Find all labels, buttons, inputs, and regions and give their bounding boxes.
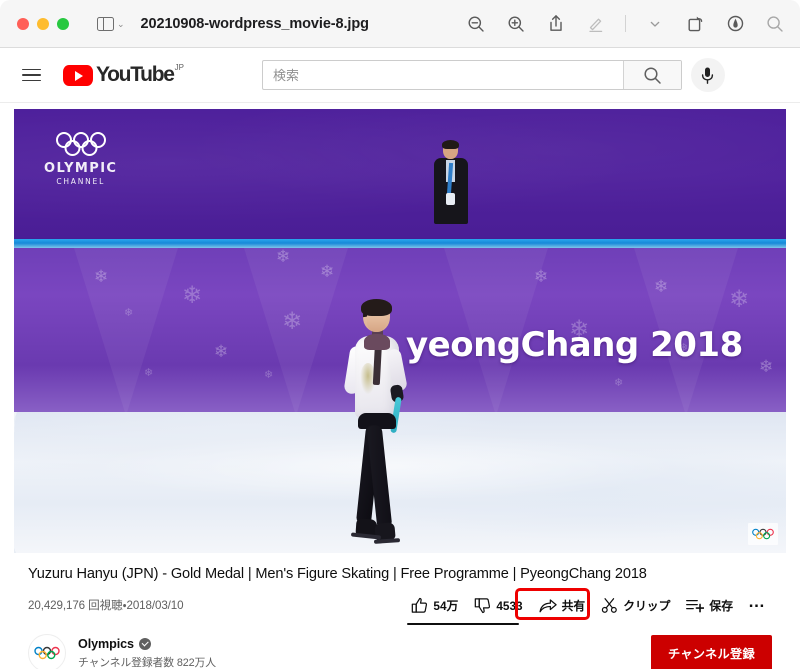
thumbs-down-icon xyxy=(475,598,491,614)
page-content: OLYMPIC CHANNEL ❄ ❄ ❄ ❄ ❄ ❄ ❄ ❄ ❄ ❄ ❄ ❄ … xyxy=(0,109,800,669)
like-count: 54万 xyxy=(433,599,459,613)
snowflake-decor: ❄ xyxy=(182,282,203,309)
window-titlebar: ⌄ 20210908-wordpress_movie-8.jpg xyxy=(0,0,800,48)
chevron-down-icon: ⌄ xyxy=(117,19,125,29)
rink-rail xyxy=(14,239,786,248)
snowflake-decor: ❄ xyxy=(264,369,274,381)
youtube-country-code: JP xyxy=(174,63,184,72)
snowflake-decor: ❄ xyxy=(729,286,750,313)
youtube-wordmark: YouTube xyxy=(96,63,175,86)
rotate-icon[interactable] xyxy=(684,13,706,35)
guide-menu-button[interactable] xyxy=(22,65,41,86)
save-list-icon xyxy=(686,600,705,613)
arena-back-wall xyxy=(14,109,786,241)
skater-hair xyxy=(361,299,392,316)
youtube-play-icon xyxy=(63,65,93,86)
toolbar-divider xyxy=(625,15,626,32)
olympic-rings-icon xyxy=(55,132,106,156)
save-button[interactable]: 保存 xyxy=(679,593,740,618)
markup-icon[interactable] xyxy=(585,13,607,35)
channel-text-block: Olympics チャンネル登録者数 822万人 xyxy=(78,637,216,669)
thumbs-up-icon xyxy=(412,597,428,613)
snowflake-decor: ❄ xyxy=(94,267,109,286)
official-badge xyxy=(446,193,455,205)
zoom-in-icon[interactable] xyxy=(505,13,527,35)
video-player[interactable]: OLYMPIC CHANNEL ❄ ❄ ❄ ❄ ❄ ❄ ❄ ❄ ❄ ❄ ❄ ❄ … xyxy=(14,109,786,553)
youtube-masthead: YouTube JP xyxy=(0,48,800,103)
preview-window: ⌄ 20210908-wordpress_movie-8.jpg YouTube… xyxy=(0,0,800,669)
snowflake-decor: ❄ xyxy=(759,357,774,376)
olympic-rings-icon xyxy=(752,528,774,540)
annotate-icon[interactable] xyxy=(724,13,746,35)
share-button[interactable]: 共有 xyxy=(532,593,593,618)
youtube-logo[interactable]: YouTube JP xyxy=(63,63,184,86)
search-box[interactable] xyxy=(261,60,682,90)
board-triangle xyxy=(74,248,178,416)
share-label: 共有 xyxy=(561,599,586,613)
skate-blade xyxy=(373,538,401,544)
olympic-channel-sub: CHANNEL xyxy=(56,177,106,186)
hamburger-line xyxy=(22,79,41,82)
snowflake-decor: ❄ xyxy=(282,308,303,335)
minimize-button[interactable] xyxy=(37,17,49,30)
microphone-icon xyxy=(702,67,714,84)
clip-button[interactable]: クリップ xyxy=(594,593,677,618)
zoom-button[interactable] xyxy=(57,17,69,30)
olympic-channel-name: OLYMPIC xyxy=(44,161,118,176)
view-count-and-date: 20,429,176 回視聴・2018/03/10 xyxy=(28,599,184,612)
official-person xyxy=(429,140,473,241)
preview-toolbar xyxy=(465,13,786,35)
figure-skater xyxy=(334,299,424,553)
markup-dropdown-icon[interactable] xyxy=(644,13,666,35)
snowflake-decor: ❄ xyxy=(214,342,229,361)
like-ratio-bar xyxy=(407,623,520,625)
video-title: Yuzuru Hanyu (JPN) - Gold Medal | Men's … xyxy=(28,566,647,582)
sidebar-icon xyxy=(97,16,114,31)
subscribe-button[interactable]: チャンネル登録 xyxy=(650,635,772,669)
scissors-icon xyxy=(601,598,618,613)
save-label: 保存 xyxy=(709,599,733,613)
snowflake-decor: ❄ xyxy=(654,277,669,296)
olympic-rings-icon xyxy=(34,646,60,660)
share-icon[interactable] xyxy=(545,13,567,35)
document-title: 20210908-wordpress_movie-8.jpg xyxy=(140,15,369,32)
search-magnifier-icon xyxy=(644,66,661,84)
video-meta-row: 20,429,176 回視聴・2018/03/10 54万 4533 共有 クリ… xyxy=(28,588,772,625)
more-actions-button[interactable]: … xyxy=(742,593,772,614)
verified-badge-icon xyxy=(138,637,151,650)
share-arrow-icon xyxy=(539,598,557,612)
channel-avatar[interactable] xyxy=(28,634,66,669)
voice-search-button[interactable] xyxy=(690,58,725,92)
close-button[interactable] xyxy=(17,17,29,30)
search-icon[interactable] xyxy=(764,13,786,35)
hamburger-line xyxy=(22,74,41,76)
like-button[interactable]: 54万 xyxy=(404,593,465,618)
dislike-button[interactable]: 4533 xyxy=(467,593,529,618)
snowflake-decor: ❄ xyxy=(320,262,335,281)
traffic-lights xyxy=(17,17,69,30)
olympic-channel-watermark: OLYMPIC CHANNEL xyxy=(44,131,117,186)
dislike-count: 4533 xyxy=(496,598,523,613)
hamburger-line xyxy=(22,68,41,71)
snowflake-decor: ❄ xyxy=(144,367,154,379)
video-action-bar: 54万 4533 共有 クリップ 保存 … xyxy=(404,588,772,625)
zoom-out-icon[interactable] xyxy=(465,13,487,35)
official-hair xyxy=(442,140,459,149)
search-submit-button[interactable] xyxy=(622,61,681,89)
snowflake-decor: ❄ xyxy=(276,248,291,266)
snowflake-decor: ❄ xyxy=(124,307,134,319)
pyeongchang-banner-text: yeongChang 2018 xyxy=(406,325,743,365)
clip-label: クリップ xyxy=(623,599,671,613)
olympic-rings-badge xyxy=(748,523,778,545)
channel-info-row: Olympics チャンネル登録者数 822万人 チャンネル登録 xyxy=(28,634,772,669)
skater-collar xyxy=(364,334,390,350)
sidebar-toggle-button[interactable]: ⌄ xyxy=(97,16,125,31)
search-area xyxy=(261,58,725,92)
snowflake-decor: ❄ xyxy=(614,377,624,389)
channel-name: Olympics xyxy=(78,636,134,651)
snowflake-decor: ❄ xyxy=(534,267,549,286)
search-input[interactable] xyxy=(262,61,623,89)
channel-name-row[interactable]: Olympics xyxy=(78,637,216,651)
subscriber-count: チャンネル登録者数 822万人 xyxy=(78,656,216,669)
